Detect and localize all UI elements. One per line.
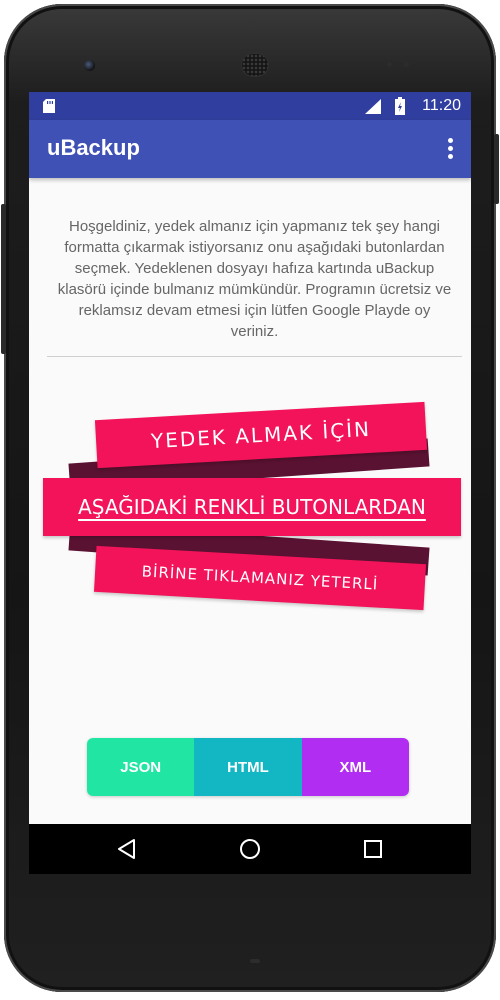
volume-button [1,204,6,354]
status-bar: 11:20 [29,92,471,120]
proximity-sensor [387,62,392,67]
home-icon[interactable] [239,838,261,860]
navigation-bar [29,824,471,874]
xml-button[interactable]: XML [301,738,409,796]
earpiece-speaker [242,54,268,76]
status-time: 11:20 [422,97,461,114]
overflow-menu-icon[interactable] [447,138,453,160]
screen: 11:20 uBackup Hoşgeldiniz, yedek almanız… [29,92,471,874]
back-icon[interactable] [116,838,136,860]
main-content: Hoşgeldiniz, yedek almanız için yapmanız… [29,178,471,824]
light-sensor [404,62,409,67]
format-button-group: JSON HTML XML [87,738,409,796]
instruction-banner: YEDEK ALMAK İÇİN AŞAĞIDAKİ RENKLİ BUTONL… [29,401,471,611]
app-title: uBackup [47,135,140,160]
front-camera [84,60,95,71]
json-button[interactable]: JSON [87,738,195,796]
recent-apps-icon[interactable] [363,839,383,859]
bottom-sensor [250,959,260,963]
battery-icon [395,97,405,115]
banner-line-2-text: AŞAĞIDAKİ RENKLİ BUTONLARDAN [78,495,426,519]
power-button [494,134,499,204]
welcome-text: Hoşgeldiniz, yedek almanız için yapmanız… [47,188,462,357]
html-button[interactable]: HTML [194,738,302,796]
signal-icon [365,99,381,114]
banner-line-2: AŞAĞIDAKİ RENKLİ BUTONLARDAN [43,478,461,536]
app-bar: uBackup [29,120,471,178]
sd-card-icon [43,99,55,113]
